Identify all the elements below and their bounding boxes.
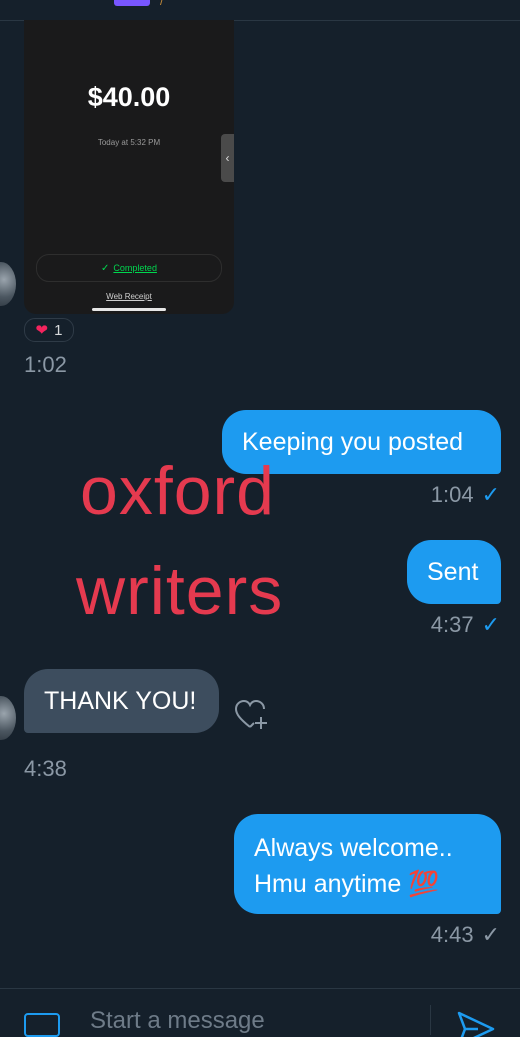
message-text: Hmu anytime 💯 (254, 870, 440, 898)
send-icon[interactable] (456, 1007, 496, 1037)
watermark-text: writers (76, 553, 284, 629)
message-text: Always welcome.. (254, 834, 453, 862)
reaction-badge[interactable]: ❤ 1 (24, 318, 74, 342)
message-timestamp: 1:04 ✓ (430, 482, 500, 507)
sent-message-bubble[interactable]: Always welcome.. Hmu anytime 💯 (234, 814, 501, 914)
read-check-icon: ✓ (481, 612, 500, 637)
message-text: THANK YOU! (44, 687, 197, 715)
home-indicator (92, 308, 166, 311)
message-text: Sent (427, 558, 479, 586)
message-timestamp: 4:38 (24, 756, 67, 781)
watermark-text: oxford (80, 453, 275, 529)
payment-receipt-image[interactable]: $40.00 Today at 5:32 PM ‹ ✓ Completed We… (24, 20, 234, 314)
avatar[interactable] (0, 696, 16, 740)
payment-date: Today at 5:32 PM (97, 138, 161, 147)
pen-icon: / (160, 0, 164, 8)
divider (430, 1005, 431, 1035)
gif-button-icon[interactable] (24, 1013, 60, 1037)
message-timestamp: 1:02 (24, 352, 67, 377)
received-message-bubble[interactable]: THANK YOU! (24, 669, 219, 733)
checkmark-icon: ✓ (101, 262, 110, 274)
status-badge: ✓ Completed (36, 254, 222, 282)
sent-message-bubble[interactable]: Sent (407, 540, 501, 604)
message-text: Keeping you posted (242, 428, 464, 456)
delivered-check-icon: ✓ (481, 922, 500, 947)
payment-amount: $40.00 (87, 82, 171, 112)
message-timestamp: 4:37 ✓ (430, 612, 500, 637)
status-text: Completed (113, 263, 157, 273)
web-receipt-link: Web Receipt (106, 292, 152, 301)
gif-icon[interactable] (114, 0, 150, 6)
read-check-icon: ✓ (481, 482, 500, 507)
conversation-header: / (0, 0, 520, 21)
reaction-count: 1 (54, 321, 63, 339)
message-composer: Start a message (0, 988, 520, 1037)
message-input[interactable]: Start a message (90, 1007, 265, 1035)
heart-icon: ❤ (35, 322, 49, 339)
heart-add-icon[interactable] (234, 698, 270, 732)
message-timestamp: 4:43 ✓ (430, 922, 500, 947)
chevron-left-icon: ‹ (221, 134, 234, 182)
avatar[interactable] (0, 262, 16, 306)
